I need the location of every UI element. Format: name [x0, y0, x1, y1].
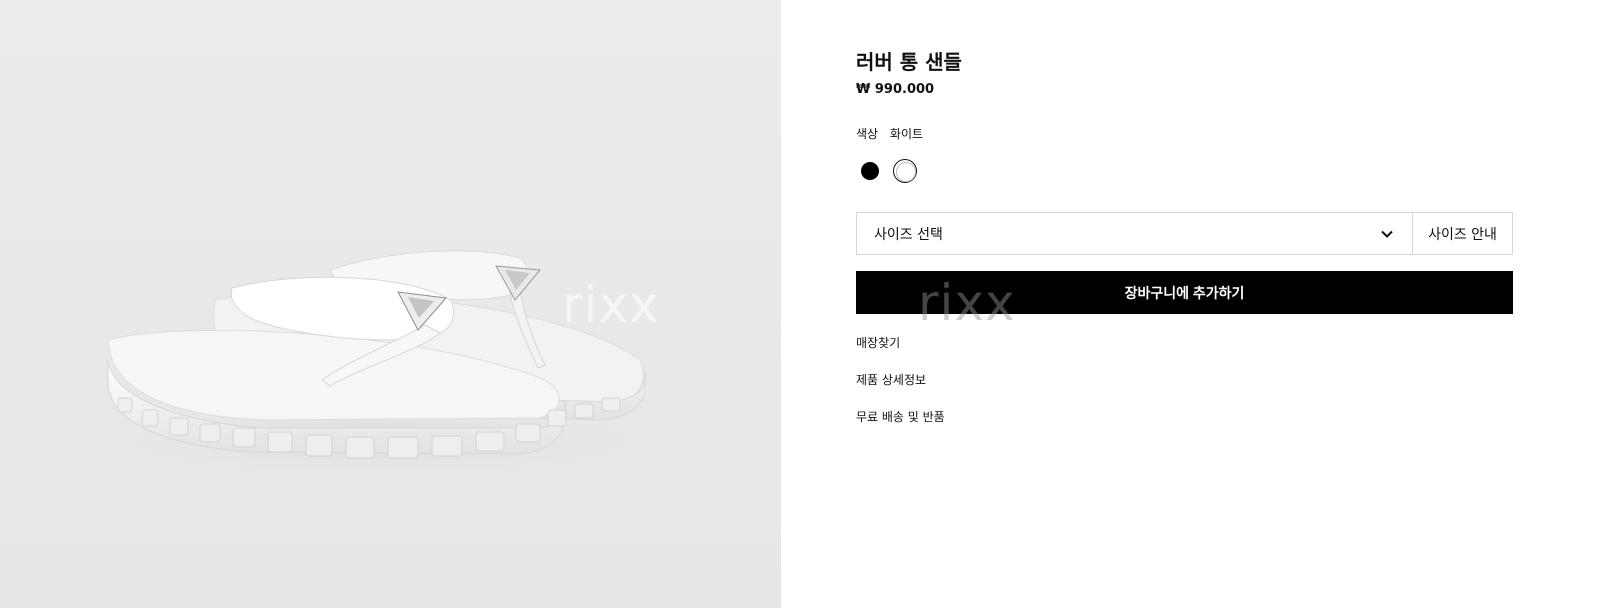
- product-image-gallery[interactable]: rixx: [0, 0, 781, 608]
- store-finder-link[interactable]: 매장찾기: [856, 334, 900, 351]
- product-price: ₩ 990.000: [856, 82, 935, 97]
- sandal-image: [80, 250, 680, 480]
- product-info-panel: 러버 통 샌들 ₩ 990.000 색상 화이트 사이즈 선택 사이즈 안내 장…: [856, 0, 1516, 608]
- color-row: 색상 화이트: [856, 125, 923, 142]
- color-value: 화이트: [889, 127, 924, 141]
- product-title: 러버 통 샌들: [856, 50, 962, 74]
- chevron-down-icon: [1381, 230, 1393, 238]
- size-select-label: 사이즈 선택: [874, 226, 943, 243]
- size-selector-row: 사이즈 선택 사이즈 안내: [856, 212, 1513, 255]
- shipping-returns-link[interactable]: 무료 배송 및 반품: [856, 408, 945, 425]
- size-guide-button[interactable]: 사이즈 안내: [1412, 213, 1512, 254]
- color-label: 색상: [856, 127, 879, 141]
- color-swatch-black[interactable]: [858, 159, 882, 183]
- product-details-link[interactable]: 제품 상세정보: [856, 371, 926, 388]
- color-swatch-white[interactable]: [893, 159, 917, 183]
- add-to-cart-button[interactable]: 장바구니에 추가하기: [856, 271, 1513, 314]
- size-select-dropdown[interactable]: 사이즈 선택: [857, 213, 1412, 254]
